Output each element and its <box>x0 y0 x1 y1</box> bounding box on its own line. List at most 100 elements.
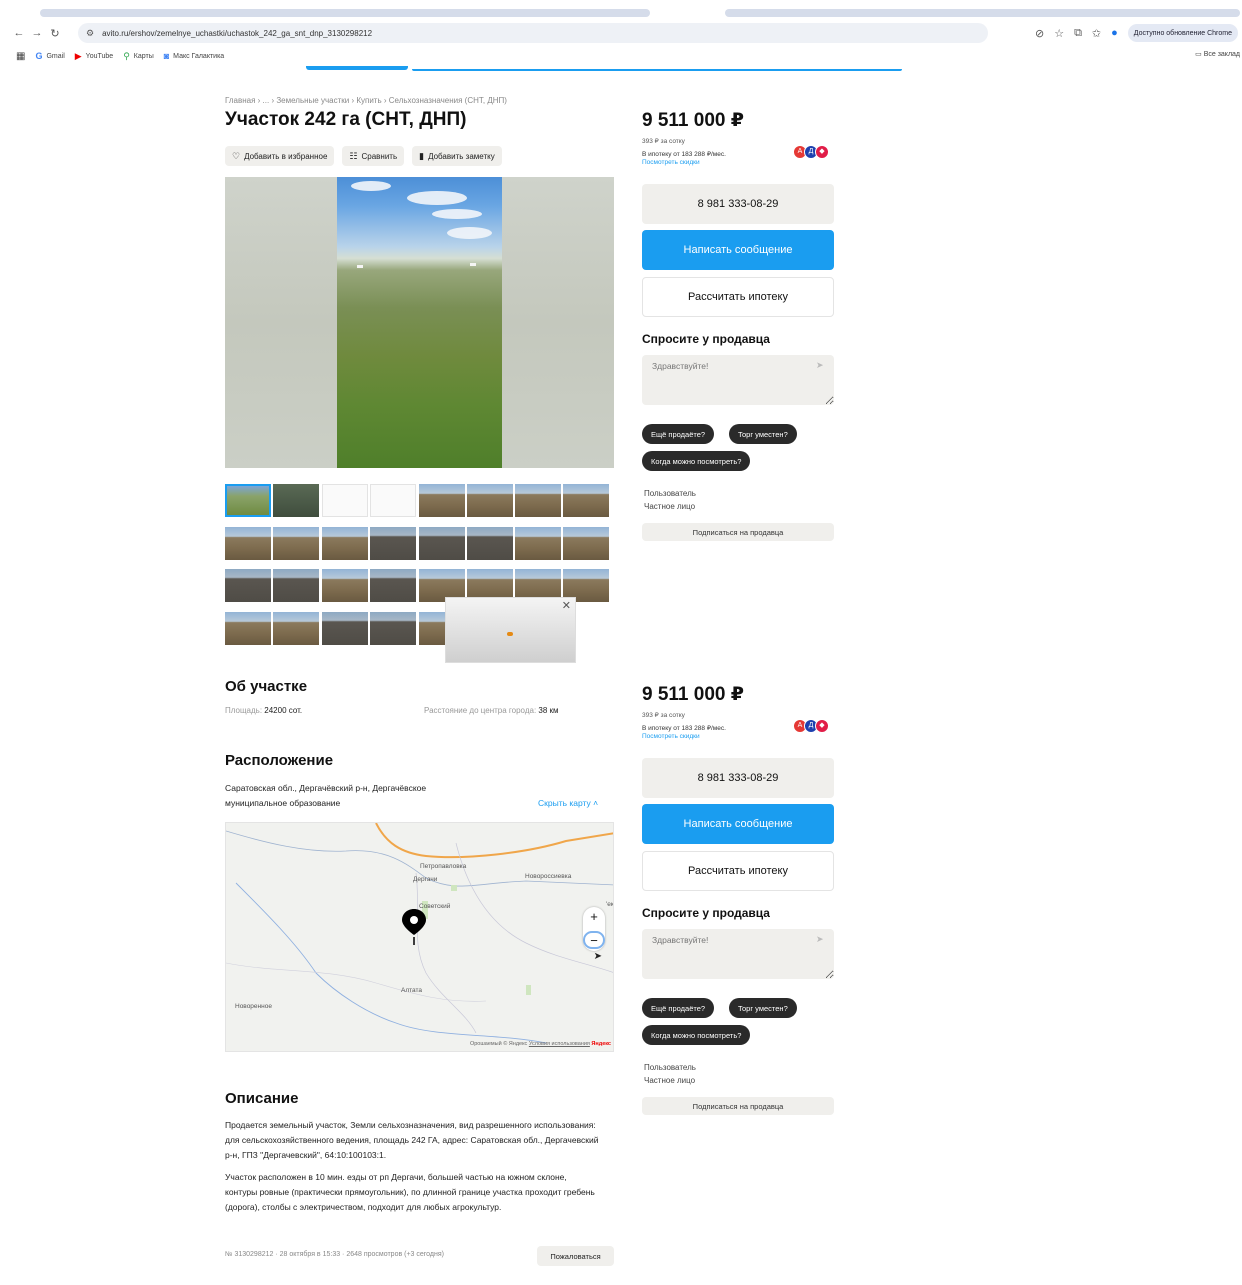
add-favorite-button[interactable]: ♡ Добавить в избранное <box>225 146 335 166</box>
seller-role[interactable]: Пользователь <box>644 1061 696 1074</box>
seller-role[interactable]: Пользователь <box>644 487 696 500</box>
thumbnail[interactable] <box>370 612 416 645</box>
thumbnail[interactable] <box>563 484 609 517</box>
compare-label: Сравнить <box>361 151 398 161</box>
thumbnail[interactable] <box>225 527 271 560</box>
map-pin-icon[interactable] <box>400 907 428 949</box>
calc-mortgage-button[interactable]: Рассчитать ипотеку <box>642 851 834 891</box>
site-settings-icon[interactable]: ⚙ <box>86 28 94 39</box>
location-map[interactable]: Петропавловка Дергачи Новороссиевка Сове… <box>225 822 614 1052</box>
calc-mortgage-button[interactable]: Рассчитать ипотеку <box>642 277 834 317</box>
ask-seller-input[interactable] <box>642 929 834 979</box>
add-note-button[interactable]: ▮ Добавить заметку <box>412 146 502 166</box>
video-popup[interactable]: ✕ <box>445 597 576 663</box>
all-bookmarks[interactable]: ▭ Все заклад <box>1195 50 1240 58</box>
bookmark-youtube[interactable]: ▶ YouTube <box>75 51 113 62</box>
location-heading: Расположение <box>225 752 334 769</box>
thumbnail[interactable] <box>515 484 561 517</box>
thumbnail[interactable] <box>322 612 368 645</box>
geolocation-icon[interactable]: ➤ <box>594 951 602 962</box>
bookmark-star-icon[interactable]: ✩ <box>1092 27 1101 40</box>
back-icon[interactable]: ← <box>10 27 28 39</box>
seller-type: Частное лицо <box>644 1076 696 1085</box>
write-message-button[interactable]: Написать сообщение <box>642 230 834 270</box>
thumbnail[interactable] <box>370 569 416 602</box>
thumbnail[interactable] <box>273 484 319 517</box>
thumbnail[interactable] <box>273 612 319 645</box>
main-photo[interactable] <box>225 177 614 468</box>
thumbnail[interactable] <box>563 527 609 560</box>
quick-question-chip[interactable]: Когда можно посмотреть? <box>642 1025 751 1045</box>
description-paragraph: Участок расположен в 10 мин. езды от рп … <box>225 1172 595 1212</box>
subscribe-seller-button[interactable]: Подписаться на продавца <box>642 523 834 541</box>
send-icon[interactable]: ➤ <box>816 934 824 945</box>
area-value: 24200 сот. <box>264 706 303 715</box>
yandex-logo[interactable]: Яндекс <box>591 1041 611 1047</box>
bookmark-maps[interactable]: ⚲ Карты <box>123 51 154 62</box>
thumbnail[interactable] <box>322 569 368 602</box>
tab-blur[interactable] <box>40 9 650 17</box>
extensions-icon[interactable]: ⧉ <box>1074 27 1082 40</box>
thumbnail[interactable] <box>273 569 319 602</box>
quick-question-chip[interactable]: Когда можно посмотреть? <box>642 451 751 471</box>
reload-icon[interactable]: ↻ <box>46 27 64 40</box>
header-button-edge[interactable] <box>306 66 408 70</box>
forward-icon[interactable]: → <box>28 27 46 39</box>
compare-button[interactable]: ☷ Сравнить <box>342 146 405 166</box>
discounts-link[interactable]: Посмотреть скидки <box>642 733 700 740</box>
thumbnail[interactable] <box>322 484 368 517</box>
profile-icon[interactable]: ● <box>1111 27 1118 39</box>
map-terms-link[interactable]: Условия использования <box>529 1041 590 1047</box>
cloud <box>351 181 391 191</box>
quick-question-chip[interactable]: Ещё продаёте? <box>642 424 715 444</box>
quick-question-chip[interactable]: Торг уместен? <box>729 998 797 1018</box>
bookmark-label: Карты <box>133 52 154 60</box>
google-icon: G <box>35 51 43 61</box>
star-icon[interactable]: ☆ <box>1054 27 1064 40</box>
thumbnail[interactable] <box>515 527 561 560</box>
zoom-in-button[interactable]: + <box>583 909 605 924</box>
chrome-update-button[interactable]: Доступно обновление Chrome <box>1127 24 1238 42</box>
thumbnail[interactable] <box>225 612 271 645</box>
thumbnail[interactable] <box>273 527 319 560</box>
apps-icon[interactable]: ▦ <box>16 51 25 62</box>
ask-seller-input[interactable] <box>642 355 834 405</box>
thumbnail[interactable] <box>370 527 416 560</box>
breadcrumb[interactable]: Главная › ... › Земельные участки › Купи… <box>225 96 507 105</box>
quick-question-chip[interactable]: Торг уместен? <box>729 424 797 444</box>
cloud <box>447 227 492 239</box>
description-paragraph: Продается земельный участок, Земли сельх… <box>225 1120 599 1160</box>
report-button[interactable]: Пожаловаться <box>537 1246 614 1266</box>
ask-seller-heading: Спросите у продавца <box>642 906 770 920</box>
quick-question-chip[interactable]: Ещё продаёте? <box>642 998 715 1018</box>
bookmark-galaxy[interactable]: ◙ Макс Галактика <box>164 51 224 61</box>
subscribe-seller-button[interactable]: Подписаться на продавца <box>642 1097 834 1115</box>
thumbnail[interactable] <box>225 569 271 602</box>
photo-blur-left <box>225 177 337 468</box>
close-icon[interactable]: ✕ <box>562 599 571 612</box>
address-bar[interactable]: ⚙ avito.ru/ershov/zemelnye_uchastki/ucha… <box>78 23 988 43</box>
cloud <box>407 191 467 205</box>
show-phone-button[interactable]: 8 981 333-08-29 <box>642 184 834 224</box>
write-message-button[interactable]: Написать сообщение <box>642 804 834 844</box>
thumbnail[interactable] <box>419 484 465 517</box>
thumbnail[interactable] <box>322 527 368 560</box>
seller-info: Пользователь Частное лицо <box>644 1061 696 1087</box>
note-icon: ▮ <box>419 150 425 161</box>
eye-off-icon[interactable]: ⊘ <box>1035 27 1044 40</box>
discounts-link[interactable]: Посмотреть скидки <box>642 159 700 166</box>
zoom-out-button[interactable]: − <box>583 931 605 949</box>
map-town: Новоренное <box>235 1003 272 1010</box>
thumbnail[interactable] <box>419 527 465 560</box>
search-field-edge[interactable] <box>412 69 902 71</box>
thumbnail[interactable] <box>370 484 416 517</box>
bookmark-gmail[interactable]: G Gmail <box>35 51 64 61</box>
hide-map-link[interactable]: Скрыть карту ˄ <box>538 798 598 808</box>
show-phone-button[interactable]: 8 981 333-08-29 <box>642 758 834 798</box>
send-icon[interactable]: ➤ <box>816 360 824 371</box>
thumbnail[interactable] <box>467 484 513 517</box>
thumbnail[interactable] <box>467 527 513 560</box>
price: 9 511 000 ₽ <box>642 684 744 705</box>
tab-blur[interactable] <box>725 9 1240 17</box>
thumbnail[interactable] <box>225 484 271 517</box>
